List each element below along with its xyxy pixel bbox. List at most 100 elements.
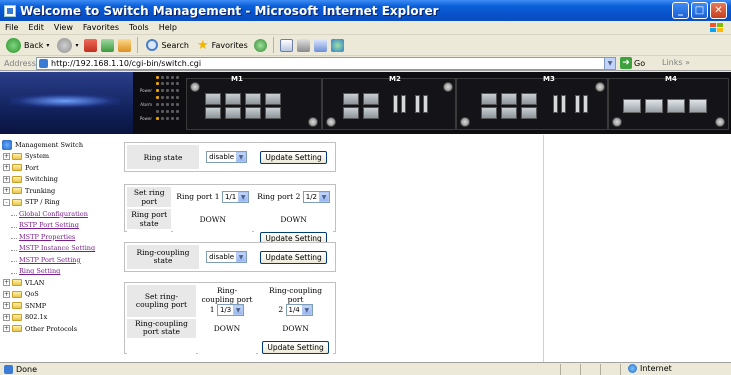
chevron-down-icon[interactable]: ▼ bbox=[236, 152, 247, 162]
expand-icon[interactable]: + bbox=[3, 175, 10, 183]
ring-coupling-port-update-button[interactable]: Update Setting bbox=[262, 340, 329, 354]
expand-icon[interactable]: + bbox=[3, 164, 10, 172]
nav-item-other-protocols[interactable]: + Other Protocols bbox=[0, 323, 120, 335]
fiber-port-icon[interactable] bbox=[583, 95, 588, 113]
chevron-down-icon[interactable]: ▾ bbox=[75, 42, 78, 49]
nav-subitem-mstp-properties[interactable]: MSTP Properties bbox=[0, 231, 120, 243]
expand-icon[interactable]: + bbox=[3, 187, 10, 195]
port-icon[interactable] bbox=[205, 107, 221, 119]
chevron-down-icon[interactable]: ▼ bbox=[319, 192, 329, 202]
chevron-down-icon[interactable]: ▼ bbox=[238, 192, 249, 202]
favorites-button[interactable]: ★ Favorites bbox=[195, 36, 250, 54]
minimize-button[interactable]: _ bbox=[672, 2, 689, 19]
nav-root[interactable]: Management Switch bbox=[0, 139, 120, 151]
print-icon[interactable] bbox=[296, 38, 310, 52]
port-icon[interactable] bbox=[363, 107, 379, 119]
port-icon[interactable] bbox=[521, 93, 537, 105]
chevron-down-icon[interactable]: ▼ bbox=[604, 58, 615, 69]
nav-subitem-global-configuration[interactable]: Global Configuration bbox=[0, 208, 120, 220]
links-button[interactable]: Links » bbox=[662, 58, 690, 67]
nav-item-qos[interactable]: + QoS bbox=[0, 289, 120, 301]
nav-link[interactable]: RSTP Port Setting bbox=[19, 221, 79, 229]
port-icon[interactable] bbox=[265, 93, 281, 105]
nav-subitem-mstp-instance-setting[interactable]: MSTP Instance Setting bbox=[0, 243, 120, 255]
menu-tools[interactable]: Tools bbox=[124, 23, 154, 32]
ring-coupling-port1-select[interactable]: 1/3 ▼ bbox=[216, 304, 245, 316]
address-input[interactable]: http://192.168.1.10/cgi-bin/switch.cgi ▼ bbox=[36, 57, 616, 70]
search-button[interactable]: Search bbox=[144, 36, 190, 54]
nav-item-port[interactable]: + Port bbox=[0, 162, 120, 174]
nav-link[interactable]: Ring Setting bbox=[19, 267, 60, 275]
port-icon[interactable] bbox=[265, 107, 281, 119]
sfp-port-icon[interactable] bbox=[689, 99, 707, 113]
module-m3[interactable]: M3 bbox=[456, 75, 608, 130]
nav-item-switching[interactable]: + Switching bbox=[0, 174, 120, 186]
nav-item-trunking[interactable]: + Trunking bbox=[0, 185, 120, 197]
port-icon[interactable] bbox=[481, 93, 497, 105]
nav-item-8021x[interactable]: + 802.1x bbox=[0, 312, 120, 324]
ring-state-select[interactable]: disable ▼ bbox=[206, 151, 248, 163]
nav-subitem-ring-setting[interactable]: Ring Setting bbox=[0, 266, 120, 278]
nav-item-system[interactable]: + System bbox=[0, 151, 120, 163]
back-button[interactable]: Back ▾ bbox=[4, 36, 51, 54]
port-icon[interactable] bbox=[225, 93, 241, 105]
refresh-icon[interactable] bbox=[101, 38, 115, 52]
expand-icon[interactable]: + bbox=[3, 279, 10, 287]
port-icon[interactable] bbox=[363, 93, 379, 105]
port-icon[interactable] bbox=[501, 107, 517, 119]
sfp-port-icon[interactable] bbox=[667, 99, 685, 113]
ring-port2-select[interactable]: 1/2 ▼ bbox=[302, 191, 330, 203]
port-icon[interactable] bbox=[205, 93, 221, 105]
chevron-down-icon[interactable]: ▼ bbox=[233, 305, 244, 315]
expand-icon[interactable]: + bbox=[3, 290, 10, 298]
menu-help[interactable]: Help bbox=[154, 23, 182, 32]
forward-button[interactable]: ▾ bbox=[55, 36, 80, 54]
expand-icon[interactable]: + bbox=[3, 313, 10, 321]
maximize-button[interactable]: □ bbox=[691, 2, 708, 19]
fiber-port-icon[interactable] bbox=[415, 95, 420, 113]
go-button[interactable]: ➜ Go bbox=[620, 57, 645, 69]
module-m1[interactable]: M1 bbox=[186, 75, 322, 130]
ring-state-update-button[interactable]: Update Setting bbox=[260, 150, 327, 164]
port-icon[interactable] bbox=[245, 93, 261, 105]
ring-coupling-state-update-button[interactable]: Update Setting bbox=[260, 250, 327, 264]
nav-subitem-rstp-port-setting[interactable]: RSTP Port Setting bbox=[0, 220, 120, 232]
nav-item-stp-ring[interactable]: - STP / Ring bbox=[0, 197, 120, 209]
menu-favorites[interactable]: Favorites bbox=[78, 23, 124, 32]
fiber-port-icon[interactable] bbox=[553, 95, 558, 113]
stop-icon[interactable] bbox=[84, 38, 98, 52]
ring-port1-select[interactable]: 1/1 ▼ bbox=[221, 191, 250, 203]
collapse-icon[interactable]: - bbox=[3, 198, 10, 206]
module-m2[interactable]: M2 bbox=[322, 75, 456, 130]
menu-view[interactable]: View bbox=[49, 23, 78, 32]
expand-icon[interactable]: + bbox=[3, 302, 10, 310]
port-icon[interactable] bbox=[225, 107, 241, 119]
port-icon[interactable] bbox=[343, 93, 359, 105]
port-icon[interactable] bbox=[481, 107, 497, 119]
ring-coupling-port2-select[interactable]: 1/4 ▼ bbox=[285, 304, 313, 316]
fiber-port-icon[interactable] bbox=[575, 95, 580, 113]
history-icon[interactable] bbox=[253, 38, 267, 52]
nav-item-snmp[interactable]: + SNMP bbox=[0, 300, 120, 312]
menu-edit[interactable]: Edit bbox=[23, 23, 49, 32]
module-m4[interactable]: M4 bbox=[608, 75, 729, 130]
port-icon[interactable] bbox=[521, 107, 537, 119]
home-icon[interactable] bbox=[118, 38, 132, 52]
chevron-down-icon[interactable]: ▼ bbox=[236, 252, 247, 262]
chevron-down-icon[interactable]: ▼ bbox=[301, 305, 312, 315]
fiber-port-icon[interactable] bbox=[423, 95, 428, 113]
mail-icon[interactable] bbox=[279, 38, 293, 52]
expand-icon[interactable]: + bbox=[3, 325, 10, 333]
sfp-port-icon[interactable] bbox=[623, 99, 641, 113]
nav-item-vlan[interactable]: + VLAN bbox=[0, 277, 120, 289]
expand-icon[interactable]: + bbox=[3, 152, 10, 160]
ring-coupling-state-select[interactable]: disable ▼ bbox=[206, 251, 248, 263]
port-icon[interactable] bbox=[245, 107, 261, 119]
fiber-port-icon[interactable] bbox=[401, 95, 406, 113]
nav-link[interactable]: Global Configuration bbox=[19, 210, 88, 218]
menu-file[interactable]: File bbox=[0, 23, 23, 32]
ie-app-icon[interactable] bbox=[4, 4, 16, 17]
nav-link[interactable]: MSTP Properties bbox=[19, 233, 75, 241]
fiber-port-icon[interactable] bbox=[393, 95, 398, 113]
nav-link[interactable]: MSTP Instance Setting bbox=[19, 244, 95, 252]
